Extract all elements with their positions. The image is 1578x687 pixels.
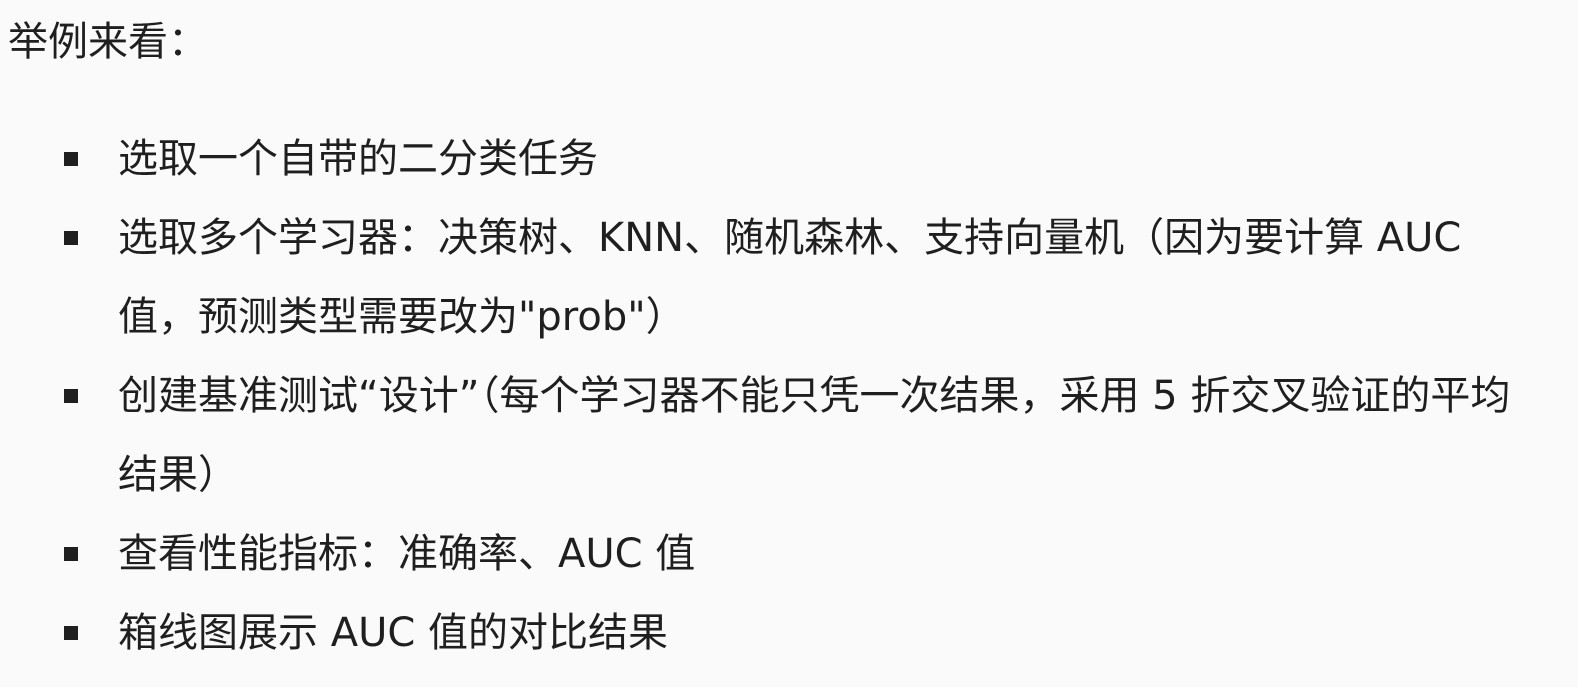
- list-item-text: 箱线图展示 AUC 值的对比结果: [118, 610, 668, 656]
- list-item-text: 查看性能指标：准确率、AUC 值: [118, 531, 696, 577]
- list-item: 创建基准测试“设计”（每个学习器不能只凭一次结果，采用 5 折交叉验证的平均结果…: [8, 357, 1578, 515]
- square-bullet-icon: [64, 626, 78, 640]
- bullet-list: 选取一个自带的二分类任务 选取多个学习器：决策树、KNN、随机森林、支持向量机（…: [8, 120, 1578, 673]
- square-bullet-icon: [64, 231, 78, 245]
- list-item: 选取一个自带的二分类任务: [8, 120, 1578, 199]
- square-bullet-icon: [64, 389, 78, 403]
- list-item: 选取多个学习器：决策树、KNN、随机森林、支持向量机（因为要计算 AUC 值，预…: [8, 199, 1578, 357]
- list-item: 箱线图展示 AUC 值的对比结果: [8, 594, 1578, 673]
- list-item-text: 创建基准测试“设计”（每个学习器不能只凭一次结果，采用 5 折交叉验证的平均结果…: [118, 373, 1511, 498]
- square-bullet-icon: [64, 152, 78, 166]
- intro-text: 举例来看：: [8, 19, 208, 65]
- list-item-text: 选取多个学习器：决策树、KNN、随机森林、支持向量机（因为要计算 AUC 值，预…: [118, 215, 1462, 340]
- list-item: 查看性能指标：准确率、AUC 值: [8, 515, 1578, 594]
- square-bullet-icon: [64, 547, 78, 561]
- list-item-text: 选取一个自带的二分类任务: [118, 136, 598, 182]
- document-body: 举例来看： 选取一个自带的二分类任务 选取多个学习器：决策树、KNN、随机森林、…: [0, 0, 1578, 687]
